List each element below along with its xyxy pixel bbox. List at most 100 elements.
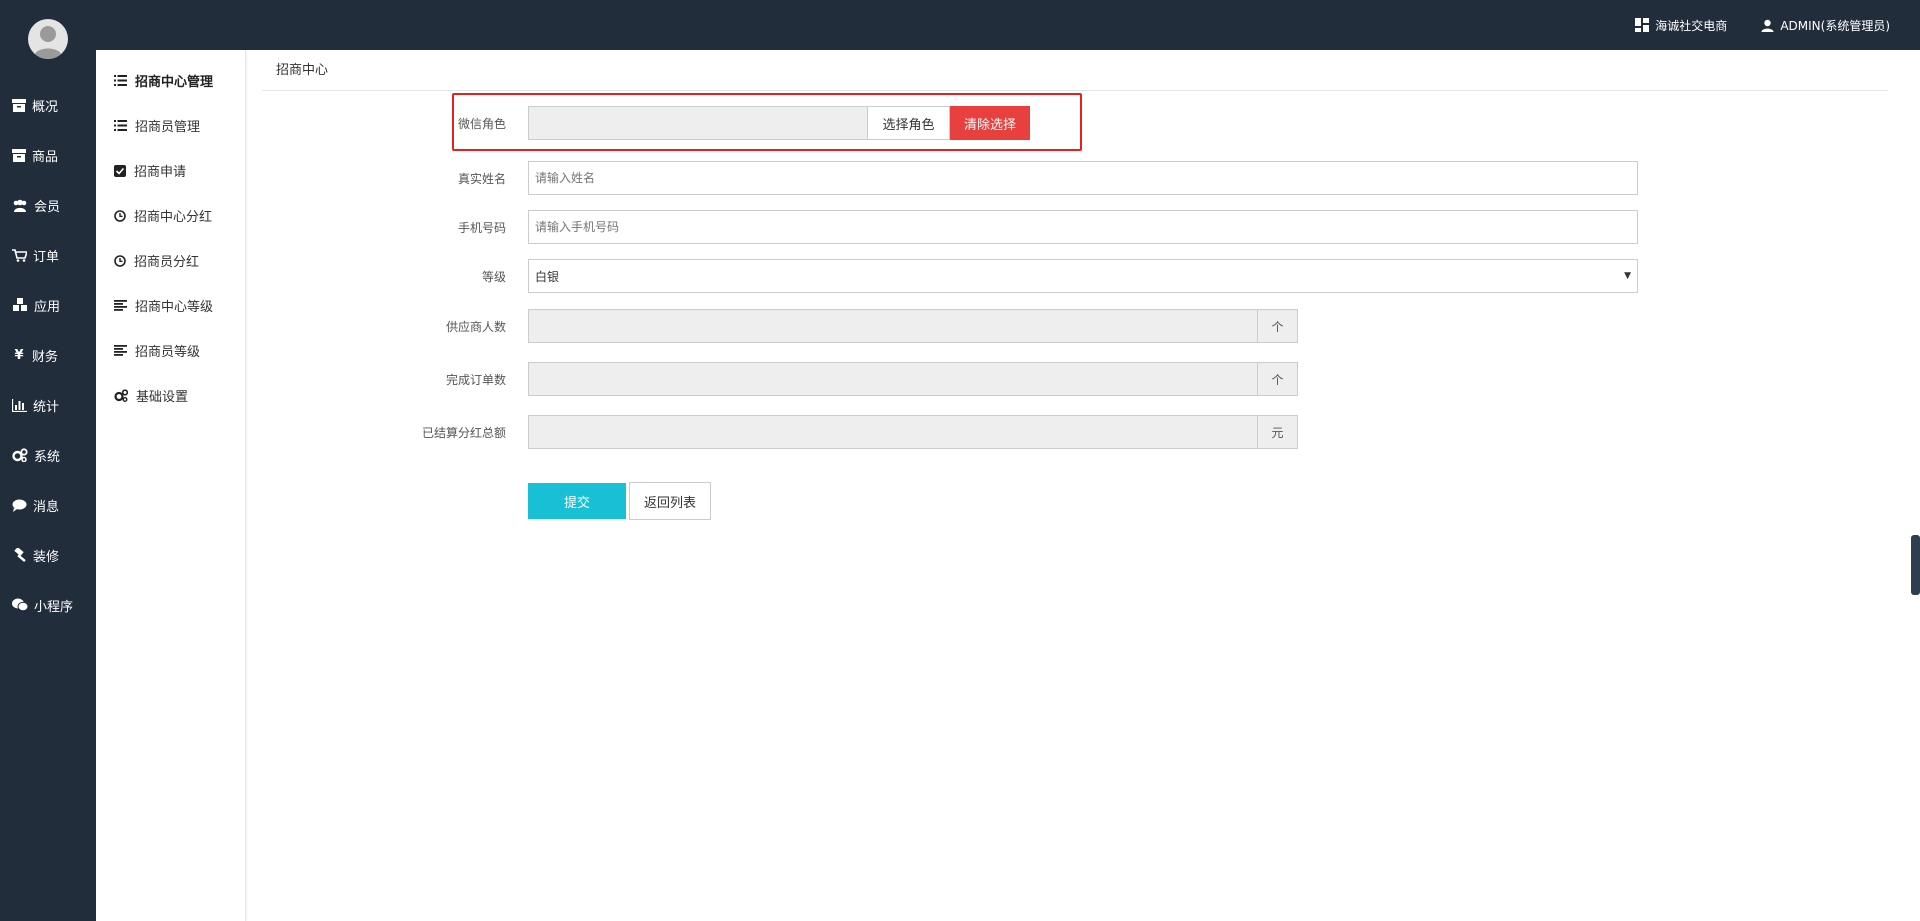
sub-item-agent-dividend[interactable]: 招商员分红 xyxy=(96,238,245,283)
clock-icon xyxy=(114,209,126,222)
sub-item-center-dividend[interactable]: 招商中心分红 xyxy=(96,193,245,238)
nav-label: 商品 xyxy=(32,149,59,165)
gavel-icon xyxy=(12,548,27,562)
breadcrumb: 招商中心 xyxy=(262,50,1888,91)
nav-label: 系统 xyxy=(34,449,61,465)
sub-item-application[interactable]: 招商申请 xyxy=(96,148,245,193)
sub-item-center-management[interactable]: 招商中心管理 xyxy=(96,58,245,103)
nav-item-stats[interactable]: 统计 xyxy=(0,380,96,430)
clock-icon xyxy=(114,254,126,267)
top-header: 海诚社交电商 ADMIN(系统管理员) xyxy=(0,0,1920,50)
form-row-level: 等级 白银 ▼ xyxy=(262,259,1888,293)
sub-item-label: 招商员管理 xyxy=(135,120,201,135)
align-left-icon xyxy=(114,345,127,356)
cart-icon xyxy=(12,248,27,262)
nav-label: 消息 xyxy=(33,499,60,515)
orders-done-unit: 个 xyxy=(1258,362,1298,396)
phone-label: 手机号码 xyxy=(457,220,506,235)
supplier-count-unit: 个 xyxy=(1258,309,1298,343)
form-actions: 提交 返回列表 xyxy=(262,482,1888,520)
nav-label: 装修 xyxy=(33,549,60,565)
comment-icon xyxy=(12,499,27,512)
dividend-total-label: 已结算分红总额 xyxy=(421,425,506,440)
scrollbar-thumb[interactable] xyxy=(1911,535,1920,595)
sub-item-label: 基础设置 xyxy=(136,390,189,405)
gears-icon xyxy=(12,448,28,462)
nav-label: 订单 xyxy=(33,249,60,265)
form-row-phone: 手机号码 xyxy=(262,210,1888,244)
shop-name: 海诚社交电商 xyxy=(1655,18,1728,33)
back-to-list-button[interactable]: 返回列表 xyxy=(629,482,711,520)
form-row-real-name: 真实姓名 xyxy=(262,161,1888,195)
yen-icon: ¥ xyxy=(14,347,24,363)
nav-item-orders[interactable]: 订单 xyxy=(0,230,96,280)
nav-label: 统计 xyxy=(33,399,60,415)
nav-item-system[interactable]: 系统 xyxy=(0,430,96,480)
align-left-icon xyxy=(114,300,127,311)
sub-item-center-level[interactable]: 招商中心等级 xyxy=(96,283,245,328)
nav-item-finance[interactable]: ¥ 财务 xyxy=(0,330,96,380)
user-menu[interactable]: ADMIN(系统管理员) xyxy=(1761,17,1890,34)
main-nav: 概况 商品 会员 订单 应用 ¥ 财务 统计 系统 消息 装修 小程序 xyxy=(0,80,96,630)
level-selected-value: 白银 xyxy=(535,269,560,284)
sub-nav-list: 招商中心管理 招商员管理 招商申请 招商中心分红 招商员分红 招商中心等级 招商… xyxy=(96,50,245,418)
sub-item-basic-settings[interactable]: 基础设置 xyxy=(96,373,245,418)
list-icon xyxy=(114,120,127,131)
archive-icon xyxy=(12,148,26,162)
main-content: 招商中心 微信角色 选择角色 清除选择 真实姓名 手机号码 等级 白银 ▼ 供应… xyxy=(262,50,1888,921)
sub-item-agent-management[interactable]: 招商员管理 xyxy=(96,103,245,148)
highlight-annotation-box xyxy=(452,93,1082,151)
nav-item-messages[interactable]: 消息 xyxy=(0,480,96,530)
user-name: ADMIN(系统管理员) xyxy=(1780,18,1890,33)
level-select[interactable]: 白银 ▼ xyxy=(528,259,1638,293)
dividend-total-unit: 元 xyxy=(1258,415,1298,449)
check-square-icon xyxy=(114,164,126,177)
nav-label: 应用 xyxy=(34,299,61,315)
form-row-dividend-total: 已结算分红总额 元 xyxy=(262,415,1888,449)
supplier-count-label: 供应商人数 xyxy=(445,319,506,334)
supplier-count-field[interactable] xyxy=(528,309,1258,343)
archive-icon xyxy=(12,98,26,112)
nav-item-members[interactable]: 会员 xyxy=(0,180,96,230)
real-name-input[interactable] xyxy=(528,161,1638,195)
real-name-label: 真实姓名 xyxy=(457,171,506,186)
secondary-sidebar: 招商中心管理 招商员管理 招商申请 招商中心分红 招商员分红 招商中心等级 招商… xyxy=(96,50,246,921)
nav-label: 会员 xyxy=(34,199,61,215)
orders-done-label: 完成订单数 xyxy=(445,372,506,387)
sub-item-label: 招商中心分红 xyxy=(134,210,213,225)
level-label: 等级 xyxy=(481,269,506,284)
nav-item-overview[interactable]: 概况 xyxy=(0,80,96,130)
nav-item-decorate[interactable]: 装修 xyxy=(0,530,96,580)
form-row-orders-done: 完成订单数 个 xyxy=(262,362,1888,396)
list-icon xyxy=(114,75,127,86)
sub-item-label: 招商中心管理 xyxy=(135,75,214,90)
shop-switcher[interactable]: 海诚社交电商 xyxy=(1635,17,1727,34)
nav-label: 财务 xyxy=(32,349,59,365)
form-row-supplier-count: 供应商人数 个 xyxy=(262,309,1888,343)
dashboard-icon xyxy=(1635,18,1650,32)
user-icon xyxy=(1761,19,1774,32)
header-actions: 海诚社交电商 ADMIN(系统管理员) xyxy=(1635,0,1890,50)
main-sidebar: 概况 商品 会员 订单 应用 ¥ 财务 统计 系统 消息 装修 小程序 xyxy=(0,0,96,921)
nav-label: 概况 xyxy=(32,99,59,115)
phone-input[interactable] xyxy=(528,210,1638,244)
nav-item-apps[interactable]: 应用 xyxy=(0,280,96,330)
nav-item-goods[interactable]: 商品 xyxy=(0,130,96,180)
cubes-icon xyxy=(12,298,28,312)
avatar[interactable] xyxy=(28,19,68,59)
dropdown-arrow-icon: ▼ xyxy=(1624,271,1631,281)
sub-item-label: 招商中心等级 xyxy=(135,300,214,315)
nav-label: 小程序 xyxy=(34,599,74,615)
submit-button[interactable]: 提交 xyxy=(528,483,626,519)
sub-item-label: 招商申请 xyxy=(134,165,187,180)
sub-item-label: 招商员等级 xyxy=(135,345,201,360)
nav-item-miniprogram[interactable]: 小程序 xyxy=(0,580,96,630)
gears-icon xyxy=(114,389,128,402)
orders-done-field[interactable] xyxy=(528,362,1258,396)
users-icon xyxy=(12,199,28,212)
wechat-icon xyxy=(12,598,28,612)
sub-item-label: 招商员分红 xyxy=(134,255,200,270)
bar-chart-icon xyxy=(12,398,27,412)
sub-item-agent-level[interactable]: 招商员等级 xyxy=(96,328,245,373)
dividend-total-field[interactable] xyxy=(528,415,1258,449)
